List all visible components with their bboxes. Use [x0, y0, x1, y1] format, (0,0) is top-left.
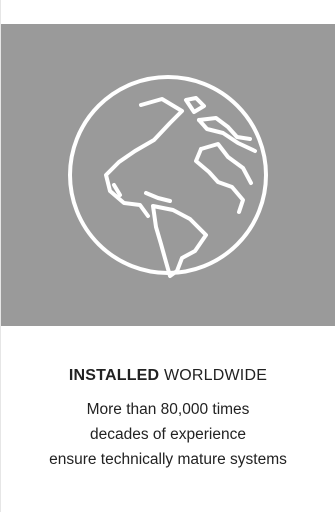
feature-description: More than 80,000 times decades of experi…	[1, 397, 335, 472]
title-strong: INSTALLED	[68, 367, 160, 384]
feature-card: INSTALLED WORLDWIDE More than 80,000 tim…	[0, 0, 335, 512]
description-line-1: More than 80,000 times	[86, 401, 250, 418]
feature-image	[1, 24, 335, 326]
globe-icon	[68, 75, 268, 278]
description-line-2: decades of experience	[90, 426, 246, 443]
feature-title: INSTALLED WORLDWIDE	[1, 366, 335, 386]
title-light: WORLDWIDE	[163, 367, 268, 384]
description-line-3: ensure technically mature systems	[49, 451, 287, 468]
feature-text: INSTALLED WORLDWIDE More than 80,000 tim…	[1, 326, 335, 472]
